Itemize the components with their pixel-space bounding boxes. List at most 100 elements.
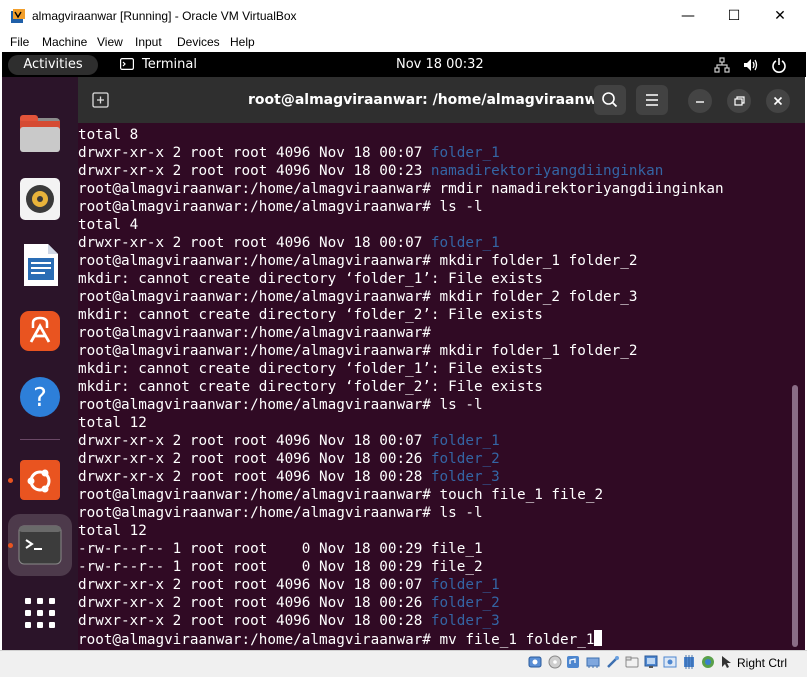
terminal-title: root@almagviraanwar: /home/almagviraanwa…	[248, 92, 614, 108]
close-icon: ✕	[774, 8, 786, 24]
ubuntu-icon[interactable]	[17, 457, 63, 503]
terminal-close-button[interactable]	[766, 89, 790, 113]
activities-button[interactable]: Activities	[8, 55, 98, 75]
search-icon	[602, 92, 618, 108]
terminal-line: -rw-r--r-- 1 root root 0 Nov 18 00:29 fi…	[78, 558, 724, 576]
show-apps-icon[interactable]	[17, 590, 63, 636]
directory-name: namadirektoriyangdiinginkan	[430, 163, 664, 179]
restore-icon	[734, 96, 745, 106]
terminal-output: total 8 drwxr-xr-x 2 root root 4096 Nov 1…	[78, 126, 724, 648]
directory-name: folder_3	[430, 469, 500, 485]
line-text: drwxr-xr-x 2 root root 4096 Nov 18 00:07	[78, 145, 431, 161]
files-icon[interactable]	[17, 110, 63, 156]
close-button[interactable]: ✕	[757, 0, 803, 32]
line-text: total 12	[78, 415, 147, 431]
terminal-minimize-button[interactable]	[688, 89, 712, 113]
svg-text:?: ?	[33, 383, 47, 413]
rhythmbox-icon[interactable]	[17, 176, 63, 222]
terminal-line: drwxr-xr-x 2 root root 4096 Nov 18 00:07…	[78, 576, 724, 594]
app-center-icon[interactable]	[17, 308, 63, 354]
window-title: almagviraanwar [Running] - Oracle VM Vir…	[32, 9, 297, 23]
terminal-body[interactable]: total 8 drwxr-xr-x 2 root root 4096 Nov 1…	[78, 123, 805, 650]
terminal-line: total 8	[78, 126, 724, 144]
display-icon[interactable]	[644, 655, 658, 669]
terminal-line: total 12	[78, 522, 724, 540]
directory-name: folder_1	[430, 577, 500, 593]
menu-input[interactable]: Input	[135, 32, 162, 52]
line-text: drwxr-xr-x 2 root root 4096 Nov 18 00:07	[78, 577, 431, 593]
terminal-line: drwxr-xr-x 2 root root 4096 Nov 18 00:07…	[78, 234, 724, 252]
terminal-line: root@almagviraanwar:/home/almagviraanwar…	[78, 252, 724, 270]
optical-drive-icon[interactable]	[548, 655, 562, 669]
app-menu-label[interactable]: Terminal	[142, 52, 197, 77]
hard-disk-icon[interactable]	[528, 655, 542, 669]
terminal-line: total 4	[78, 216, 724, 234]
running-indicator	[8, 478, 13, 483]
line-text: root@almagviraanwar:/home/almagviraanwar…	[78, 487, 604, 503]
terminal-line: total 12	[78, 414, 724, 432]
volume-icon[interactable]	[743, 57, 759, 73]
vt-x-icon[interactable]	[701, 655, 715, 669]
power-icon[interactable]	[771, 57, 787, 73]
menu-file[interactable]: File	[10, 32, 29, 52]
gnome-top-bar: Activities Terminal Nov 18 00:32	[2, 52, 806, 77]
terminal-line: root@almagviraanwar:/home/almagviraanwar…	[78, 342, 724, 360]
search-button[interactable]	[594, 85, 626, 115]
libreoffice-writer-icon[interactable]	[17, 242, 63, 288]
recording-icon[interactable]	[663, 655, 677, 669]
help-icon[interactable]: ?	[17, 374, 63, 420]
minimize-icon: —	[681, 8, 695, 24]
terminal-icon[interactable]	[17, 522, 63, 568]
line-text: root@almagviraanwar:/home/almagviraanwar…	[78, 325, 431, 341]
network-icon[interactable]	[714, 57, 730, 73]
terminal-scrollbar[interactable]	[792, 385, 798, 647]
line-text: mkdir: cannot create directory ‘folder_1…	[78, 271, 543, 287]
line-text: -rw-r--r-- 1 root root 0 Nov 18 00:29 fi…	[78, 559, 483, 575]
terminal-line: drwxr-xr-x 2 root root 4096 Nov 18 00:23…	[78, 162, 724, 180]
usb-icon[interactable]	[606, 655, 620, 669]
line-text: mkdir: cannot create directory ‘folder_1…	[78, 361, 543, 377]
current-prompt-line[interactable]: root@almagviraanwar:/home/almagviraanwar…	[78, 630, 724, 648]
directory-name: folder_2	[430, 451, 500, 467]
line-text: root@almagviraanwar:/home/almagviraanwar…	[78, 199, 483, 215]
vm-status-bar: Right Ctrl	[0, 650, 807, 677]
prompt-command: root@almagviraanwar:/home/almagviraanwar…	[78, 632, 595, 648]
terminal-line: drwxr-xr-x 2 root root 4096 Nov 18 00:07…	[78, 144, 724, 162]
maximize-button[interactable]: ☐	[711, 0, 757, 32]
text-cursor	[594, 630, 603, 646]
clock[interactable]: Nov 18 00:32	[396, 52, 484, 77]
terminal-app-icon	[120, 58, 134, 70]
terminal-line: drwxr-xr-x 2 root root 4096 Nov 18 00:28…	[78, 468, 724, 486]
menu-view[interactable]: View	[97, 32, 123, 52]
terminal-line: drwxr-xr-x 2 root root 4096 Nov 18 00:07…	[78, 432, 724, 450]
close-icon	[773, 96, 783, 106]
line-text: root@almagviraanwar:/home/almagviraanwar…	[78, 253, 638, 269]
directory-name: folder_1	[430, 145, 500, 161]
menu-machine[interactable]: Machine	[42, 32, 87, 52]
line-text: drwxr-xr-x 2 root root 4096 Nov 18 00:28	[78, 469, 431, 485]
terminal-line: drwxr-xr-x 2 root root 4096 Nov 18 00:26…	[78, 450, 724, 468]
line-text: root@almagviraanwar:/home/almagviraanwar…	[78, 343, 638, 359]
shared-folders-icon[interactable]	[625, 655, 639, 669]
audio-icon[interactable]	[566, 655, 580, 669]
terminal-line: mkdir: cannot create directory ‘folder_1…	[78, 360, 724, 378]
menu-help[interactable]: Help	[230, 32, 255, 52]
network-adapter-icon[interactable]	[586, 655, 600, 669]
menu-devices[interactable]: Devices	[177, 32, 220, 52]
terminal-header-bar: root@almagviraanwar: /home/almagviraanwa…	[78, 77, 805, 123]
terminal-restore-button[interactable]	[727, 89, 751, 113]
line-text: drwxr-xr-x 2 root root 4096 Nov 18 00:26	[78, 595, 431, 611]
line-text: total 4	[78, 217, 139, 233]
directory-name: folder_1	[430, 235, 500, 251]
new-tab-icon[interactable]	[88, 87, 114, 113]
virtualbox-icon	[11, 9, 25, 23]
mouse-integration-icon[interactable]	[719, 655, 733, 669]
minimize-button[interactable]: —	[665, 0, 711, 32]
terminal-line: drwxr-xr-x 2 root root 4096 Nov 18 00:26…	[78, 594, 724, 612]
cpu-icon[interactable]	[682, 655, 696, 669]
line-text: drwxr-xr-x 2 root root 4096 Nov 18 00:07	[78, 433, 431, 449]
minimize-icon	[696, 101, 704, 103]
line-text: root@almagviraanwar:/home/almagviraanwar…	[78, 397, 483, 413]
line-text: root@almagviraanwar:/home/almagviraanwar…	[78, 289, 638, 305]
hamburger-menu-button[interactable]	[636, 85, 668, 115]
